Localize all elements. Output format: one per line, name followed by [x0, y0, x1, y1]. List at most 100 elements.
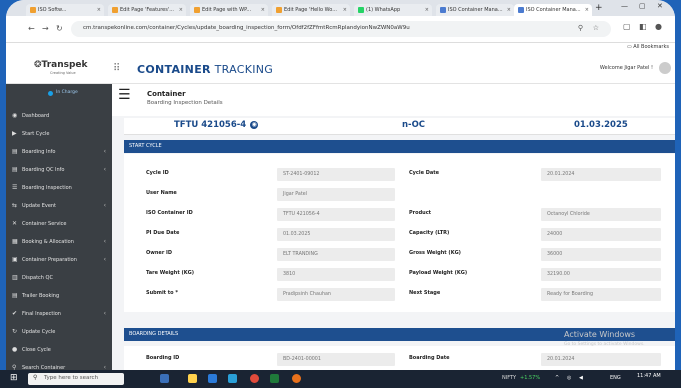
extension-icon[interactable]: ▢	[623, 22, 631, 31]
forward-icon[interactable]: →	[42, 24, 49, 33]
clock[interactable]: 11:47 AM	[637, 373, 661, 379]
chrome-icon[interactable]	[250, 374, 259, 383]
logo[interactable]: ❂Transpek	[34, 60, 88, 70]
sidebar-item[interactable]: ✔ Final Inspection ‹	[6, 306, 112, 322]
firefox-icon[interactable]	[292, 374, 301, 383]
close-icon[interactable]: ×	[585, 4, 589, 16]
gross-weight-field[interactable]: 36000	[541, 248, 661, 261]
owner-id-label: Owner ID	[146, 250, 173, 256]
store-icon[interactable]	[228, 374, 237, 383]
browser-tab[interactable]: ISO Container Mana... ×	[436, 4, 514, 16]
file-explorer-icon[interactable]	[188, 374, 197, 383]
excel-icon[interactable]	[270, 374, 279, 383]
sidebar-icon[interactable]: ◧	[639, 22, 647, 31]
tare-weight-label: Tare Weight (KG)	[146, 270, 194, 276]
sidebar-item-label: Dispatch QC	[22, 275, 53, 281]
minimize-icon[interactable]: —	[621, 2, 628, 10]
browser-tab[interactable]: (1) WhatsApp ×	[354, 4, 432, 16]
payload-weight-field[interactable]: 32190.00	[541, 268, 661, 281]
boarding-id-label: Boarding ID	[146, 355, 180, 361]
sidebar: In Charge ◉ Dashboard ▶ Start Cycle ▤ Boardin…	[6, 84, 112, 374]
capacity-field[interactable]: 24000	[541, 228, 661, 241]
sidebar-item[interactable]: ▥ Dispatch QC	[6, 270, 112, 286]
sidebar-item-label: Close Cycle	[22, 347, 51, 353]
browser-tab[interactable]: Edit Page 'Hello Wo... ×	[272, 4, 350, 16]
back-icon[interactable]: ←	[28, 24, 35, 33]
window-close-icon[interactable]: ✕	[657, 2, 663, 10]
eye-icon[interactable]: ◉	[250, 121, 259, 129]
address-bar[interactable]: cm.transpekonline.com/container/Cycles/u…	[71, 21, 611, 37]
sidebar-item[interactable]: ⇆ Update Event ‹	[6, 198, 112, 214]
cycle-date-field[interactable]: 20.01.2024	[541, 168, 661, 181]
browser-tab-active[interactable]: ISO Container Mana... ×	[514, 4, 592, 16]
tare-weight-field[interactable]: 3810	[277, 268, 395, 281]
welcome-text: Welcome Jigar Patel !	[599, 65, 653, 71]
product-field[interactable]: Octanoyl Chloride	[541, 208, 661, 221]
sidebar-item[interactable]: ✕ Container Service	[6, 216, 112, 232]
close-icon[interactable]: ×	[425, 4, 429, 16]
zoom-icon[interactable]: ⚲	[578, 24, 583, 32]
user-name-field[interactable]: Jigar Patel	[277, 188, 395, 201]
url-text: cm.transpekonline.com/container/Cycles/u…	[83, 25, 410, 31]
sidebar-item[interactable]: ▶ Start Cycle	[6, 126, 112, 142]
cycle-id-label: Cycle ID	[146, 170, 169, 176]
sidebar-item[interactable]: ☰ Boarding Inspection	[6, 180, 112, 196]
avatar[interactable]	[659, 62, 671, 74]
reload-icon[interactable]: ↻	[56, 24, 63, 33]
profile-icon[interactable]: ●	[655, 22, 662, 31]
sidebar-item-icon: ▥	[12, 274, 18, 281]
maximize-icon[interactable]: ▢	[639, 2, 646, 10]
sidebar-item[interactable]: ▣ Container Preparation ‹	[6, 252, 112, 268]
bookmarks-link[interactable]: ▭ All Bookmarks	[627, 44, 669, 50]
sidebar-item-label: Update Event	[22, 203, 57, 209]
network-icon[interactable]: ◎	[567, 375, 571, 381]
close-icon[interactable]: ×	[343, 4, 347, 16]
sidebar-item-label: Container Preparation	[22, 257, 77, 263]
start-cycle-card: Cycle ID ST-2401-09012 Cycle Date 20.01.…	[124, 154, 675, 312]
star-icon[interactable]: ☆	[593, 24, 599, 32]
boarding-id-field[interactable]: BD-2401-00001	[277, 353, 395, 366]
sidebar-item[interactable]: ● Close Cycle	[6, 342, 112, 358]
sidebar-item-icon: ▣	[12, 256, 18, 263]
sidebar-item-label: Start Cycle	[22, 131, 50, 137]
iso-container-id-field[interactable]: TFTU 421056-4	[277, 208, 395, 221]
browser-window: ISO Softw... × Edit Page 'Features'... × E…	[6, 0, 675, 388]
task-view-icon[interactable]	[160, 374, 169, 383]
cycle-id-field[interactable]: ST-2401-09012	[277, 168, 395, 181]
sidebar-item[interactable]: ▤ Trailer Booking	[6, 288, 112, 304]
close-icon[interactable]: ×	[261, 4, 265, 16]
container-date: 01.03.2025	[574, 120, 628, 130]
submit-to-select[interactable]: Pradipsinh Chauhan	[277, 288, 395, 301]
new-tab-button[interactable]: +	[595, 3, 603, 13]
taskbar-search[interactable]: ⚲ Type here to search	[28, 373, 124, 385]
grid-menu-icon[interactable]: ⠿	[113, 63, 120, 74]
sidebar-item[interactable]: ◉ Dashboard	[6, 108, 112, 124]
nifty-change: +1.57%	[520, 375, 541, 381]
close-icon[interactable]: ×	[179, 4, 183, 16]
sidebar-item[interactable]: ↻ Update Cycle	[6, 324, 112, 340]
mail-icon[interactable]	[208, 374, 217, 383]
taskbar: ⊞ ⚲ Type here to search NIFTY +1.57% ^ ◎…	[0, 370, 681, 388]
sidebar-item[interactable]: ▤ Boarding Info ‹	[6, 144, 112, 160]
browser-tab[interactable]: Edit Page with WP... ×	[190, 4, 268, 16]
owner-id-field[interactable]: ELT TRANDING	[277, 248, 395, 261]
close-icon[interactable]: ×	[507, 4, 511, 16]
page-title: Container	[147, 90, 186, 98]
tray-chevron-icon[interactable]: ^	[555, 375, 559, 381]
windows-start-icon[interactable]: ⊞	[10, 373, 18, 383]
volume-icon[interactable]: ◀	[579, 375, 583, 381]
browser-tab[interactable]: ISO Softw... ×	[26, 4, 104, 16]
boarding-date-field[interactable]: 20.01.2024	[541, 353, 661, 366]
chevron-left-icon: ‹	[103, 148, 106, 155]
pi-due-date-field[interactable]: 01.03.2025	[277, 228, 395, 241]
next-stage-field[interactable]: Ready for Boarding	[541, 288, 661, 301]
language-indicator[interactable]: ENG	[610, 375, 621, 381]
sidebar-item-icon: ✕	[12, 220, 18, 227]
browser-tab[interactable]: Edit Page 'Features'... ×	[108, 4, 186, 16]
activation-watermark-sub: Go to Settings to activate Windows.	[564, 342, 645, 347]
iso-container-id-label: ISO Container ID	[146, 210, 193, 216]
sidebar-item[interactable]: ▤ Boarding QC Info ‹	[6, 162, 112, 178]
close-icon[interactable]: ×	[97, 4, 101, 16]
page-subtitle: Boarding Inspection Details	[147, 100, 223, 106]
sidebar-item[interactable]: ▦ Booking & Allocation ‹	[6, 234, 112, 250]
